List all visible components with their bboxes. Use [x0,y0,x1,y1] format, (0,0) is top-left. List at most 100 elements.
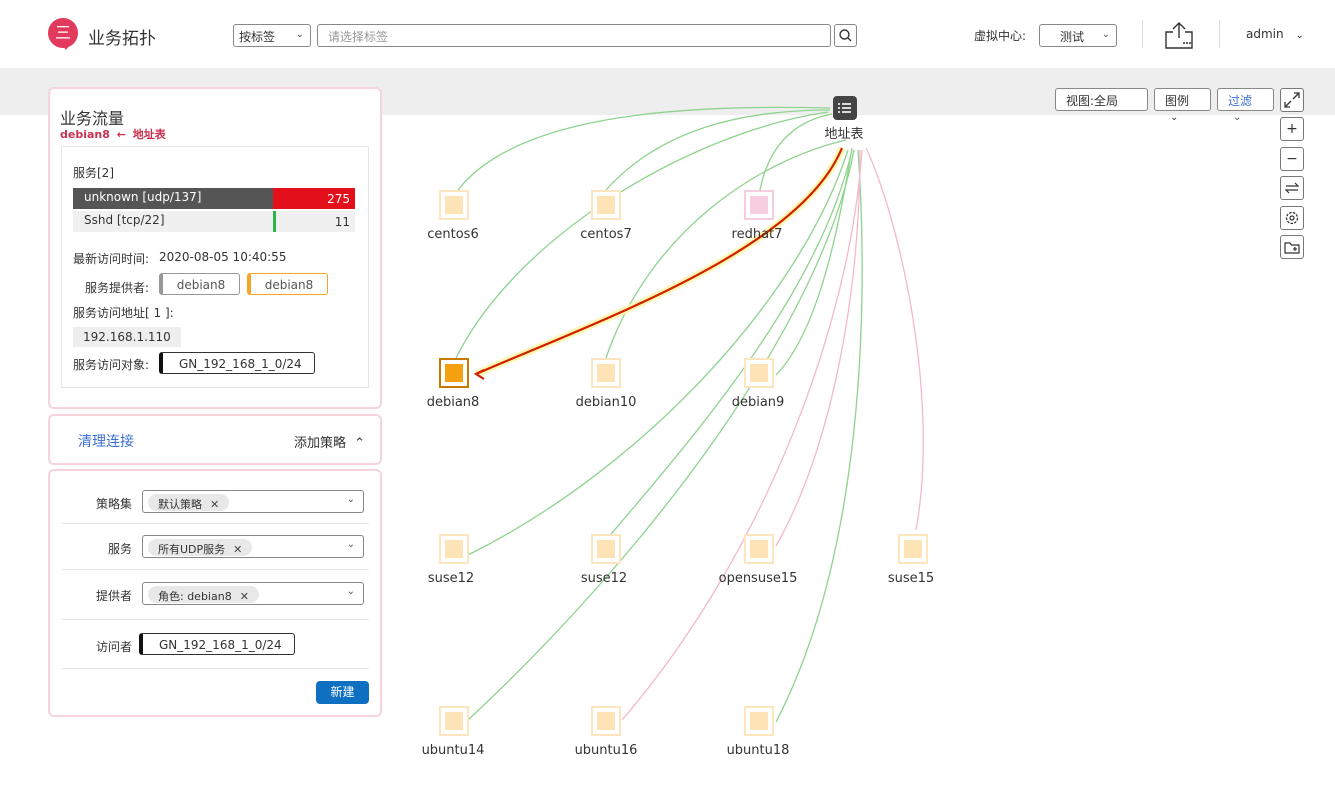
hub-node[interactable] [833,96,857,120]
zoom-out-button[interactable]: − [1280,147,1304,171]
divider [61,668,369,669]
policy-set-label: 策略集 [95,497,132,511]
service-share-bar [273,211,276,232]
gear-icon [1285,211,1299,225]
host-label: ubuntu18 [726,743,790,758]
service-count: 275 [327,192,350,206]
host-label: centos6 [427,227,479,242]
zoom-in-button[interactable]: + [1280,117,1304,141]
provider-label: 服务提供者: [85,281,150,295]
chevron-down-icon: ⌄ [346,539,355,550]
action-panel: 清理连接 添加策略 ⌃ [48,414,382,465]
flow-arrow: ← [116,128,126,141]
host-label: centos7 [580,227,632,242]
host-node-ubuntu16[interactable] [591,706,621,736]
divider [61,569,369,570]
host-label: suse12 [427,571,475,586]
flow-details: 服务[2] unknown [udp/137] 275 Sshd [tcp/22… [61,146,369,388]
host-node-centos6[interactable] [439,190,469,220]
provider-select[interactable]: 角色: debian8 ✕ ⌄ [142,582,364,605]
last-visit-label: 最新访问时间: [73,252,150,266]
host-label: debian10 [575,395,637,410]
chevron-down-icon: ⌄ [346,586,355,597]
address-chip: 192.168.1.110 [73,327,181,347]
services-label: 服务[2] [73,166,114,180]
service-tag-text: 所有UDP服务 [158,543,226,556]
service-name: unknown [udp/137] [84,190,202,204]
provider-chip-selected[interactable]: debian8 [247,273,328,295]
host-label: debian8 [426,395,480,410]
swap-button[interactable] [1280,176,1304,200]
policy-set-select[interactable]: 默认策略 ✕ ⌄ [142,490,364,513]
host-label: debian9 [731,395,785,410]
settings-button[interactable] [1280,206,1304,230]
host-node-debian9[interactable] [744,358,774,388]
host-node-suse15[interactable] [898,534,928,564]
host-node-redhat7[interactable] [744,190,774,220]
provider-field-label: 提供者 [95,589,132,603]
flow-source: debian8 [60,128,110,141]
visitor-chip[interactable]: GN_192_168_1_0/24 [139,633,295,655]
service-label: 服务 [107,542,132,556]
chevron-up-icon: ⌃ [354,436,366,451]
chevron-down-icon: ⌄ [1170,112,1179,123]
service-tag: 所有UDP服务 ✕ [148,539,253,556]
legend-label: 图例 [1165,94,1190,108]
policy-set-tag-text: 默认策略 [158,498,202,511]
close-icon[interactable]: ✕ [210,498,219,511]
provider-tag: 角色: debian8 ✕ [148,586,259,603]
host-label: suse12 [580,571,628,586]
visitor-label: 访问者 [95,640,132,654]
policy-form-panel: 策略集 默认策略 ✕ ⌄ 服务 所有UDP服务 ✕ ⌄ 提供者 角色: debian… [48,469,382,717]
flow-path: debian8 ← 地址表 [60,126,166,142]
provider-tag-text: 角色: debian8 [158,590,232,603]
host-node-ubuntu14[interactable] [439,706,469,736]
provider-chip[interactable]: debian8 [159,273,240,295]
service-row[interactable]: unknown [udp/137] 275 [73,188,355,209]
list-icon [838,103,851,113]
host-label: opensuse15 [718,571,798,586]
host-label: suse15 [887,571,935,586]
plus-icon: + [1286,121,1298,137]
host-label: redhat7 [731,227,783,242]
chevron-down-icon: ⌄ [1233,112,1242,123]
new-policy-button[interactable]: 新建 [316,681,369,704]
flow-target: 地址表 [132,128,166,141]
object-chip[interactable]: GN_192_168_1_0/24 [159,352,315,374]
policy-set-tag: 默认策略 ✕ [148,494,230,511]
clear-link-button[interactable]: 清理连接 [78,431,134,451]
service-name: Sshd [tcp/22] [84,213,165,227]
last-visit-value: 2020-08-05 10:40:55 [159,250,287,264]
host-node-ubuntu18[interactable] [744,706,774,736]
host-label: ubuntu14 [421,743,485,758]
divider [61,523,369,524]
filter-select[interactable]: 过滤 ⌄ [1217,88,1274,123]
host-node-debian8-selected[interactable] [439,358,469,388]
host-node-debian10[interactable] [591,358,621,388]
folder-add-icon [1284,242,1300,254]
add-policy-label: 添加策略 [294,436,347,451]
legend-select[interactable]: 图例 ⌄ [1154,88,1211,123]
divider [61,619,369,620]
swap-icon [1284,182,1300,194]
host-node-centos7[interactable] [591,190,621,220]
view-select[interactable]: 视图:全局 [1055,88,1148,111]
service-select[interactable]: 所有UDP服务 ✕ ⌄ [142,535,364,558]
flow-panel: 业务流量 debian8 ← 地址表 服务[2] unknown [udp/13… [48,87,382,409]
host-node-opensuse15[interactable] [744,534,774,564]
minus-icon: − [1286,151,1298,167]
service-row[interactable]: Sshd [tcp/22] 11 [73,211,355,232]
add-policy-toggle[interactable]: 添加策略 ⌃ [294,432,365,451]
object-label: 服务访问对象: [73,358,150,372]
close-icon[interactable]: ✕ [240,590,249,603]
close-icon[interactable]: ✕ [233,543,242,556]
fullscreen-button[interactable] [1280,88,1304,112]
host-label: ubuntu16 [574,743,638,758]
address-label: 服务访问地址[ 1 ]: [73,306,174,320]
host-node-suse12[interactable] [439,534,469,564]
expand-icon [1284,92,1300,108]
hub-label: 地址表 [824,127,864,142]
host-node-suse12[interactable] [591,534,621,564]
add-folder-button[interactable] [1280,235,1304,259]
view-label: 视图:全局 [1066,94,1119,108]
